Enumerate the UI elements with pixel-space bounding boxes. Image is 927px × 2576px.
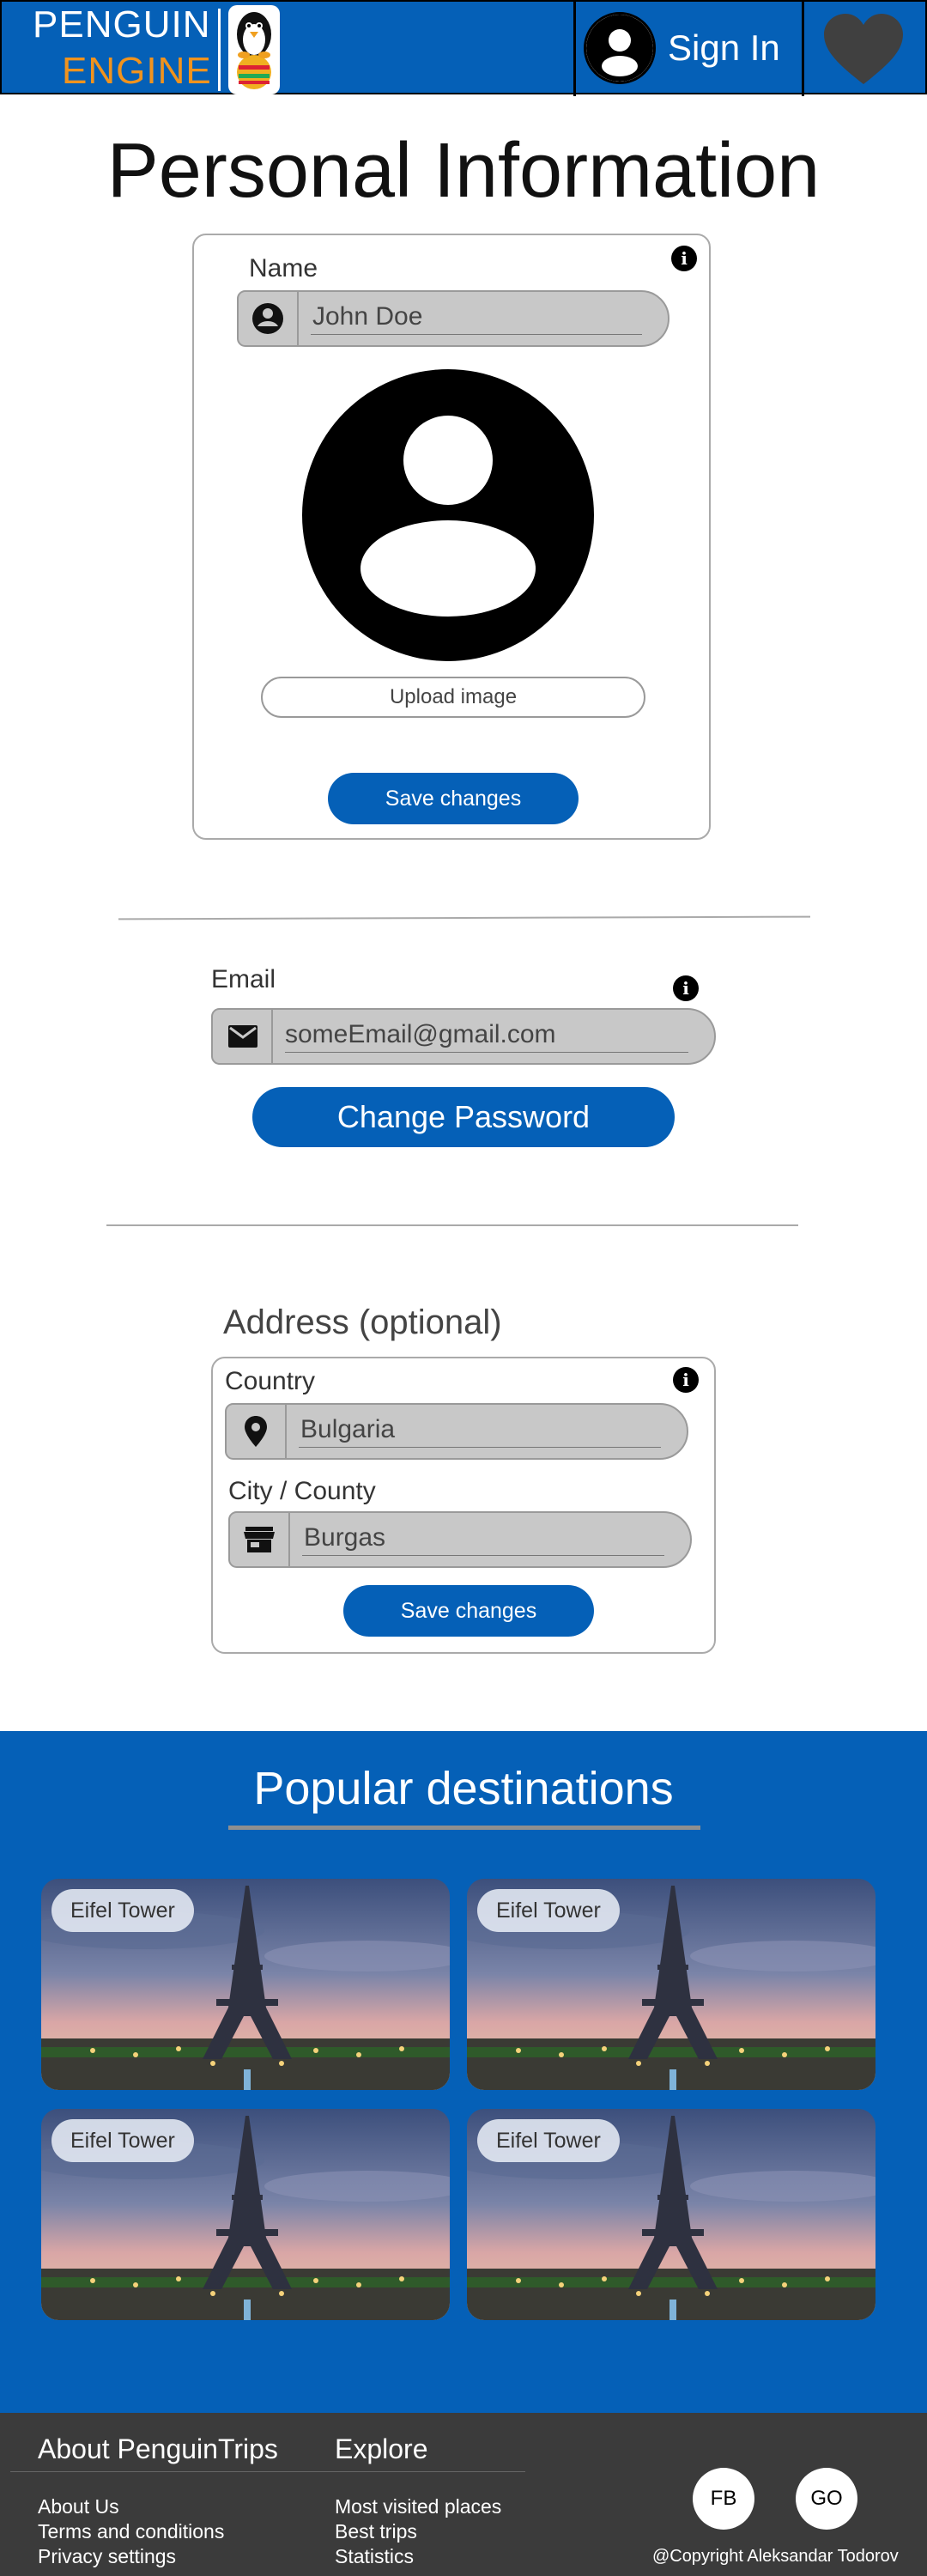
name-label: Name	[249, 254, 318, 283]
field-icon-box	[230, 1513, 290, 1566]
google-button[interactable]: GO	[796, 2468, 857, 2530]
email-input-value[interactable]: someEmail@gmail.com	[285, 1020, 556, 1049]
penguin-logo-icon[interactable]	[228, 5, 280, 94]
store-icon	[244, 1527, 275, 1552]
email-label: Email	[211, 965, 276, 993]
explore-heading: Explore	[335, 2433, 428, 2464]
mail-icon	[228, 1025, 258, 1048]
footer-link-terms[interactable]: Terms and conditions	[38, 2520, 224, 2543]
about-heading: About PenguinTrips	[38, 2433, 278, 2464]
footer-divider	[10, 2471, 525, 2472]
email-field[interactable]: someEmail@gmail.com	[211, 1008, 716, 1065]
input-underline	[285, 1052, 688, 1053]
address-card: i Country Bulgaria City / County Burgas …	[211, 1357, 716, 1654]
logo-text-top[interactable]: PENGUIN	[33, 3, 210, 46]
input-underline	[311, 334, 642, 335]
destination-tile[interactable]: Eifel Tower	[467, 2109, 876, 2320]
destination-tile[interactable]: Eifel Tower	[41, 1879, 450, 2090]
country-label: Country	[225, 1367, 316, 1395]
logo-text-bottom[interactable]: ENGINE	[62, 50, 212, 93]
popular-title: Popular destinations	[253, 1763, 674, 1814]
header-separator	[573, 2, 576, 96]
save-changes-button[interactable]: Save changes	[328, 773, 579, 824]
location-pin-icon	[245, 1416, 267, 1447]
save-address-button[interactable]: Save changes	[343, 1585, 594, 1637]
city-input-value[interactable]: Burgas	[304, 1523, 385, 1552]
footer-link-statistics[interactable]: Statistics	[335, 2545, 414, 2568]
popular-destinations-section: Popular destinations Eifel Tower Eifel T…	[0, 1731, 927, 2413]
section-divider	[106, 1224, 798, 1226]
header-separator	[802, 2, 804, 96]
city-label: City / County	[228, 1477, 376, 1505]
footer-link-best-trips[interactable]: Best trips	[335, 2520, 417, 2543]
copyright: @Copyright Aleksandar Todorov	[652, 2547, 899, 2566]
field-icon-box	[227, 1405, 287, 1458]
top-header: PENGUIN ENGINE Sign In	[0, 0, 927, 96]
user-avatar-icon[interactable]	[584, 12, 656, 84]
tile-label: Eifel Tower	[477, 1889, 620, 1932]
field-icon-box	[213, 1010, 273, 1063]
name-input-value[interactable]: John Doe	[312, 302, 422, 331]
personal-info-card: i Name John Doe Upload image Save change…	[192, 234, 711, 840]
input-underline	[299, 1447, 661, 1448]
country-field[interactable]: Bulgaria	[225, 1403, 688, 1460]
tile-label: Eifel Tower	[477, 2119, 620, 2162]
destination-tile[interactable]: Eifel Tower	[41, 2109, 450, 2320]
info-icon[interactable]: i	[671, 246, 697, 271]
account-circle-icon	[252, 303, 283, 334]
city-field[interactable]: Burgas	[228, 1511, 692, 1568]
change-password-button[interactable]: Change Password	[252, 1087, 675, 1147]
footer-link-privacy[interactable]: Privacy settings	[38, 2545, 176, 2568]
address-section-title: Address (optional)	[223, 1303, 502, 1341]
heart-icon[interactable]	[822, 12, 905, 86]
footer: About PenguinTrips About Us Terms and co…	[0, 2413, 927, 2576]
facebook-button[interactable]: FB	[693, 2468, 754, 2530]
profile-avatar[interactable]	[302, 369, 594, 661]
page-title: Personal Information	[106, 128, 821, 214]
footer-link-most-visited[interactable]: Most visited places	[335, 2495, 501, 2518]
section-divider	[118, 915, 811, 920]
sign-in-link[interactable]: Sign In	[668, 27, 780, 69]
name-field[interactable]: John Doe	[237, 290, 670, 347]
input-underline	[302, 1555, 664, 1556]
country-input-value[interactable]: Bulgaria	[300, 1415, 395, 1444]
upload-image-button[interactable]: Upload image	[261, 677, 645, 718]
info-icon[interactable]: i	[673, 1367, 699, 1393]
tile-label: Eifel Tower	[52, 1889, 194, 1932]
title-underline	[228, 1826, 700, 1830]
tile-label: Eifel Tower	[52, 2119, 194, 2162]
footer-link-about-us[interactable]: About Us	[38, 2495, 119, 2518]
logo-divider	[218, 9, 221, 91]
destination-tile[interactable]: Eifel Tower	[467, 1879, 876, 2090]
info-icon[interactable]: i	[673, 975, 699, 1001]
field-icon-box	[239, 292, 299, 345]
